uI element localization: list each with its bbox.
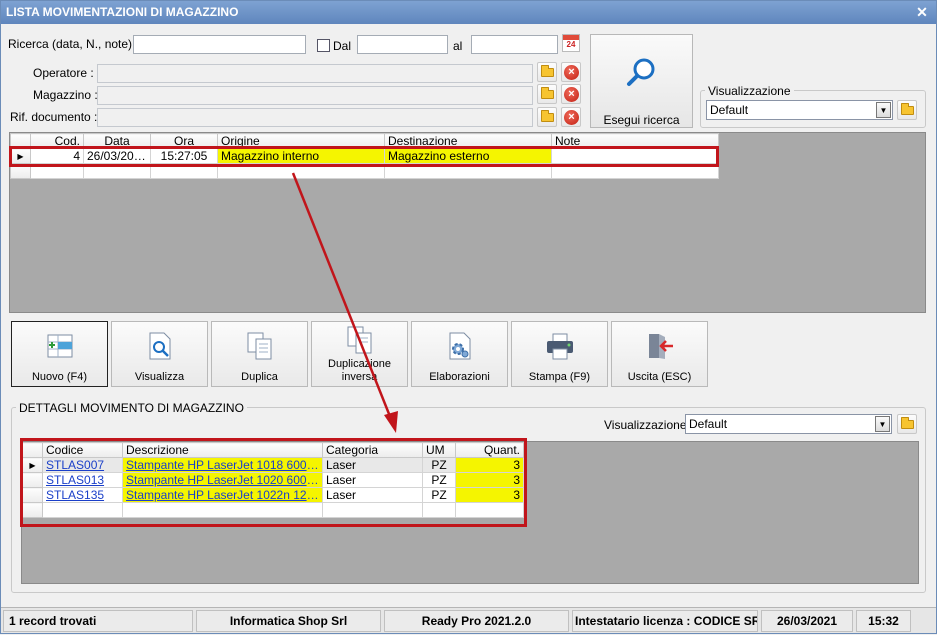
status-records: 1 record trovati: [3, 610, 193, 632]
status-date: 26/03/2021: [761, 610, 853, 632]
status-bar: 1 record trovati Informatica Shop Srl Re…: [1, 607, 936, 633]
main-window: LISTA MOVIMENTAZIONI DI MAGAZZINO ✕ Rice…: [0, 0, 937, 634]
status-license: Intestatario licenza : CODICE SRL: [572, 610, 758, 632]
status-version: Ready Pro 2021.2.0: [384, 610, 569, 632]
annotation-arrow: [291, 172, 398, 433]
status-time: 15:32: [856, 610, 911, 632]
status-company: Informatica Shop Srl: [196, 610, 381, 632]
